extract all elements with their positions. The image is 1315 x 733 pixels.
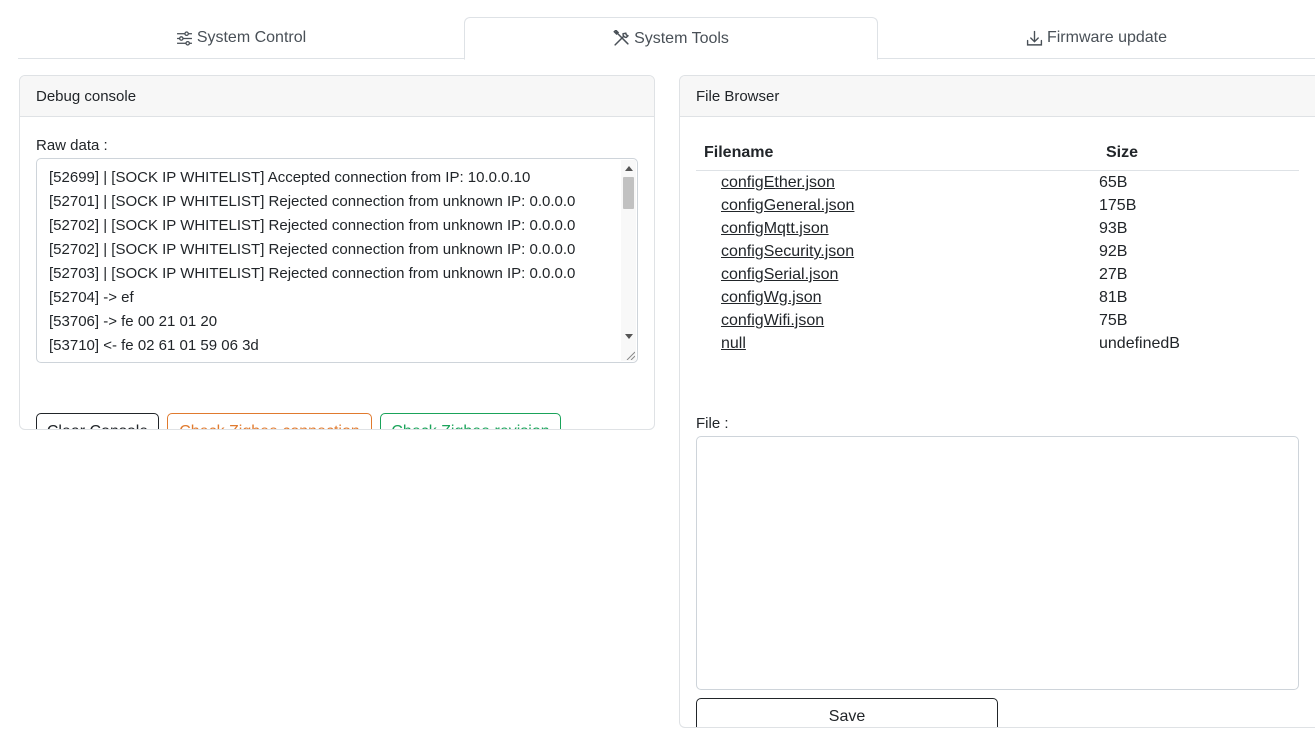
console-line: [52702] | [SOCK IP WHITELIST] Rejected c…	[49, 217, 576, 234]
file-size: 93B	[1099, 220, 1128, 237]
console-line: [52702] | [SOCK IP WHITELIST] Rejected c…	[49, 241, 576, 258]
file-content-textarea[interactable]	[696, 436, 1299, 690]
tab-system-control[interactable]: System Control	[18, 17, 464, 59]
file-size: 92B	[1099, 243, 1128, 260]
page: System Control System Tools Firmware upd…	[0, 0, 1315, 733]
filename-column-header: Filename	[704, 144, 774, 161]
file-row: configWg.json 81B	[696, 286, 1299, 309]
file-label: File :	[696, 415, 729, 432]
tab-label: System Control	[196, 29, 307, 46]
file-row: configGeneral.json 175B	[696, 194, 1299, 217]
file-table: Filename Size configEther.json 65B confi…	[696, 143, 1299, 355]
tab-label: System Tools	[634, 29, 729, 47]
check-zigbee-revision-button[interactable]: Check Zigbee revision	[380, 413, 561, 429]
vertical-scrollbar[interactable]	[621, 160, 636, 361]
card-header: File Browser	[680, 76, 1315, 117]
scrollbar-thumb[interactable]	[623, 177, 634, 209]
file-link[interactable]: configMqtt.json	[721, 220, 829, 238]
sliders-icon	[176, 30, 193, 47]
scroll-down-arrow-icon[interactable]	[625, 334, 633, 339]
file-size: undefinedB	[1099, 335, 1180, 352]
file-table-header: Filename Size	[696, 143, 1299, 171]
size-column-header: Size	[1106, 144, 1139, 161]
console-line: [52699] | [SOCK IP WHITELIST] Accepted c…	[49, 169, 531, 186]
download-icon	[1026, 30, 1043, 47]
console-line: [53706] -> fe 00 21 01 20	[49, 313, 218, 330]
file-size: 65B	[1099, 174, 1128, 191]
file-size: 75B	[1099, 312, 1128, 329]
file-row: configSerial.json 27B	[696, 263, 1299, 286]
tools-icon	[613, 30, 630, 47]
file-row: configSecurity.json 92B	[696, 240, 1299, 263]
file-row: configMqtt.json 93B	[696, 217, 1299, 240]
file-link[interactable]: configEther.json	[721, 174, 835, 192]
file-link[interactable]: configSerial.json	[721, 266, 838, 284]
file-link[interactable]: configSecurity.json	[721, 243, 854, 261]
scroll-up-arrow-icon[interactable]	[625, 166, 633, 171]
console-line: [52704] -> ef	[49, 289, 134, 306]
debug-console-card: Debug console Raw data : [52699] | [SOCK…	[19, 75, 655, 430]
console-lines: [52699] | [SOCK IP WHITELIST] Accepted c…	[49, 166, 617, 358]
card-header: Debug console	[20, 76, 654, 117]
console-line: [53710] <- fe 02 61 01 59 06 3d	[49, 337, 259, 354]
tab-bar: System Control System Tools Firmware upd…	[18, 17, 1315, 60]
clear-console-button[interactable]: Clear Console	[36, 413, 159, 429]
file-link[interactable]: configWifi.json	[721, 312, 824, 330]
raw-data-console[interactable]: [52699] | [SOCK IP WHITELIST] Accepted c…	[36, 158, 638, 363]
file-row: configWifi.json 75B	[696, 309, 1299, 332]
file-link[interactable]: null	[721, 335, 746, 353]
tab-system-tools[interactable]: System Tools	[464, 17, 878, 60]
save-button[interactable]: Save	[696, 698, 998, 727]
file-link[interactable]: configGeneral.json	[721, 197, 854, 215]
check-zigbee-connection-button[interactable]: Check Zigbee connection	[167, 413, 372, 429]
tab-label: Firmware update	[1046, 29, 1168, 46]
resize-grip-icon[interactable]	[625, 350, 635, 360]
file-size: 175B	[1099, 197, 1137, 214]
raw-data-label: Raw data :	[36, 137, 108, 154]
file-size: 81B	[1099, 289, 1128, 306]
console-line: [52701] | [SOCK IP WHITELIST] Rejected c…	[49, 193, 576, 210]
file-row: null undefinedB	[696, 332, 1299, 355]
file-size: 27B	[1099, 266, 1128, 283]
console-line: [52703] | [SOCK IP WHITELIST] Rejected c…	[49, 265, 576, 282]
file-link[interactable]: configWg.json	[721, 289, 822, 307]
tab-firmware-update[interactable]: Firmware update	[878, 17, 1315, 59]
file-browser-card: File Browser Filename Size configEther.j…	[679, 75, 1315, 728]
file-row: configEther.json 65B	[696, 171, 1299, 194]
